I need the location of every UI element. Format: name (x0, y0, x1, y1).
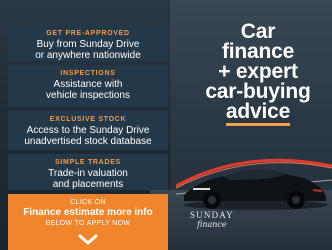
headline: Car finance + expert car-buying advice (188, 20, 328, 126)
feature-label: SIMPLE TRADES (55, 159, 121, 166)
feature-card-simple-trades[interactable]: SIMPLE TRADES Trade-in valuation and pla… (8, 154, 168, 190)
brand-word-1: SUNDAY (190, 210, 234, 220)
cta-main-text: Finance estimate more info (23, 207, 153, 218)
headline-line-5: advice (225, 101, 290, 126)
feature-text-line-1: Trade-in valuation (48, 168, 128, 179)
feature-text-line-1: Buy from Sunday Drive (36, 39, 140, 50)
sports-car-image (184, 169, 328, 210)
feature-text-line-1: Access to the Sunday Drive (26, 125, 150, 136)
feature-label: INSPECTIONS (60, 70, 116, 77)
headline-line-2: finance (221, 40, 295, 63)
feature-text-line-2: and placements (52, 179, 124, 190)
feature-label: GET PRE-APPROVED (46, 30, 130, 37)
headline-line-5-wrap: advice (188, 101, 328, 126)
feature-text-line-2: or anywhere nationwide (35, 50, 141, 61)
headline-line-1: Car (240, 20, 276, 43)
finance-ad[interactable]: Car finance + expert car-buying advice S… (0, 0, 332, 250)
feature-text-line-2: vehicle inspections (46, 90, 130, 101)
feature-card-exclusive-stock[interactable]: EXCLUSIVE STOCK Access to the Sunday Dri… (8, 111, 168, 150)
feature-text-line-2: unadvertised stock database (24, 136, 152, 147)
headline-line-3: + expert (218, 60, 298, 83)
feature-text-line-1: Assistance with (53, 79, 123, 90)
chevron-down-icon[interactable] (78, 234, 98, 246)
feature-label: EXCLUSIVE STOCK (49, 116, 127, 123)
sunday-finance-logo: SUNDAY finance (190, 210, 234, 244)
brand-word-2: finance (197, 220, 227, 229)
feature-card-pre-approved[interactable]: GET PRE-APPROVED Buy from Sunday Drive o… (8, 25, 168, 61)
feature-card-inspections[interactable]: INSPECTIONS Assistance with vehicle insp… (8, 65, 168, 107)
cta-bottom-text: BELOW TO APPLY NOW (45, 220, 131, 227)
cta-top-text: CLICK ON (70, 199, 106, 206)
headline-line-4: car-buying (205, 80, 311, 103)
finance-estimate-cta[interactable]: CLICK ON Finance estimate more info BELO… (8, 194, 168, 250)
